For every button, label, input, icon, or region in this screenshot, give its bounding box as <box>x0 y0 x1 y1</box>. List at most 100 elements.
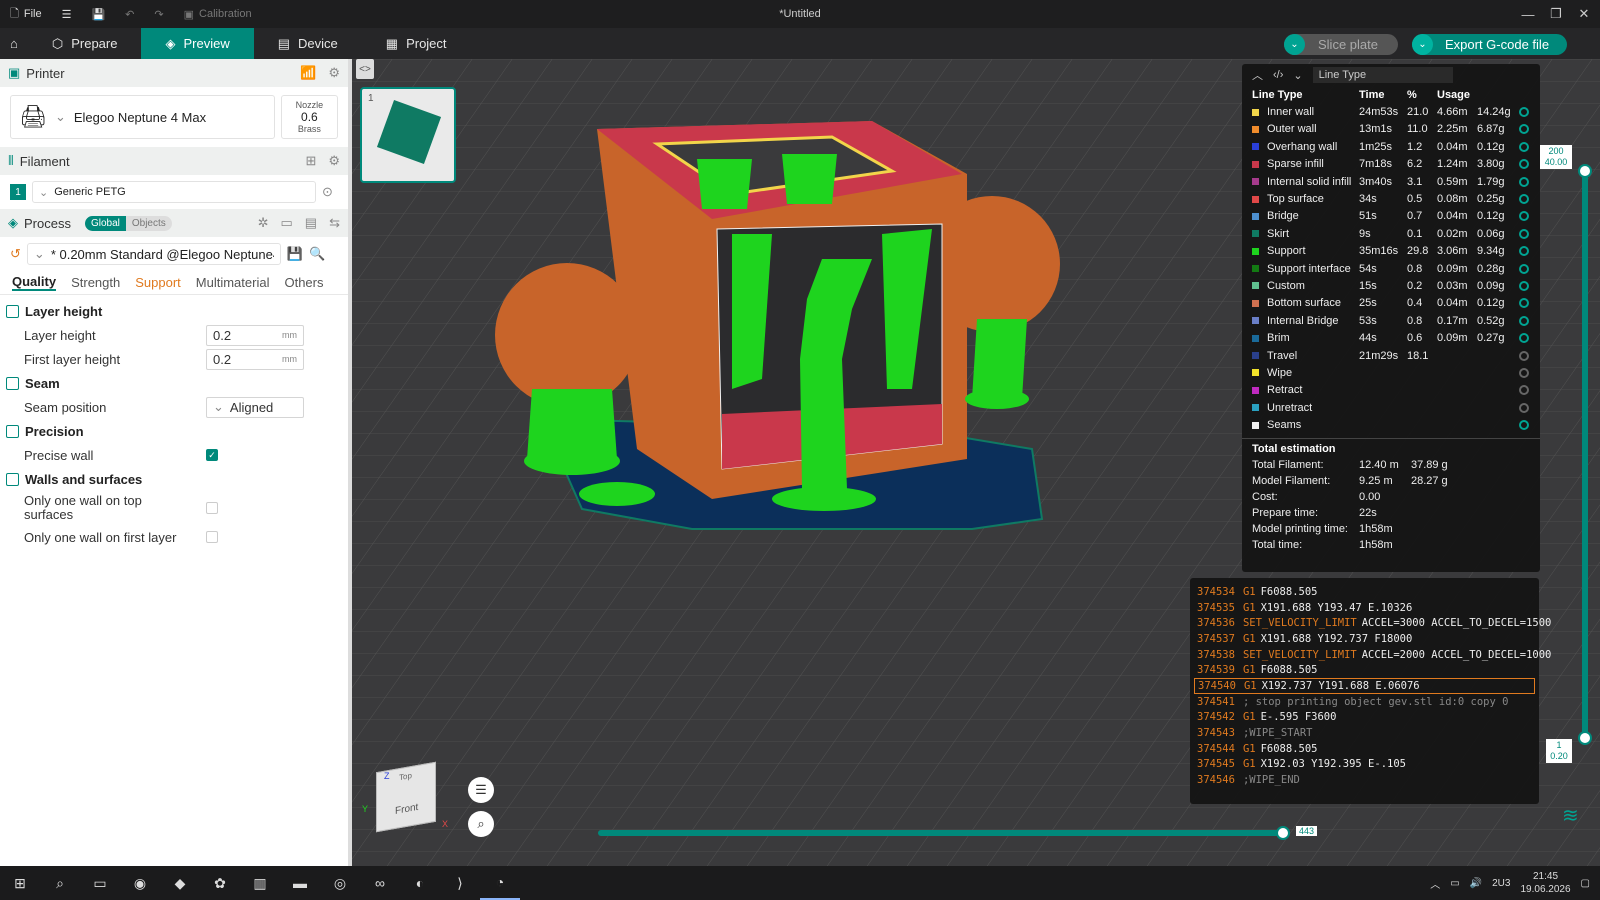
chevron-down-icon[interactable]: ⌄ <box>1293 69 1302 82</box>
precise-wall-checkbox[interactable]: ✓ <box>206 449 218 461</box>
legend-row[interactable]: Internal Bridge 53s 0.8 0.17m 0.52g <box>1242 312 1540 329</box>
visibility-eye-icon[interactable] <box>1519 385 1529 396</box>
code-icon[interactable]: ‹/› <box>1273 69 1283 81</box>
notifications-icon[interactable]: ▢ <box>1581 878 1590 889</box>
visibility-eye-icon[interactable] <box>1519 194 1529 205</box>
clock[interactable]: 21:45 19.06.2026 <box>1520 870 1570 896</box>
visibility-eye-icon[interactable] <box>1519 263 1529 274</box>
first-layer-input[interactable]: 0.2 mm <box>206 348 304 370</box>
layer-slider-bottom-thumb[interactable] <box>1578 731 1592 745</box>
legend-row[interactable]: Outer wall 13m1s 11.0 2.25m 6.87g <box>1242 121 1540 138</box>
plate-thumbnail[interactable]: 1 <box>360 87 456 183</box>
gcode-line[interactable]: 374537 G1 X191.688 Y192.737 F18000 <box>1194 631 1535 647</box>
visibility-eye-icon[interactable] <box>1519 246 1529 257</box>
gcode-line[interactable]: 374539 G1 F6088.505 <box>1194 662 1535 678</box>
minimize-icon[interactable]: — <box>1514 0 1542 28</box>
search-icon[interactable]: 🔍 <box>309 246 325 262</box>
visibility-eye-icon[interactable] <box>1519 367 1529 378</box>
visibility-eye-icon[interactable] <box>1519 107 1529 118</box>
gcode-line[interactable]: 374542 G1 E-.595 F3600 <box>1194 710 1535 726</box>
undo-icon[interactable]: ↶ <box>115 0 144 28</box>
seam-position-select[interactable]: ⌄ Aligned <box>206 396 304 418</box>
view-cube-top[interactable]: Top <box>399 771 412 782</box>
legend-row[interactable]: Skirt 9s 0.1 0.02m 0.06g <box>1242 225 1540 242</box>
export-gcode-button[interactable]: ⌄ Export G-code file <box>1412 34 1567 55</box>
layer-height-input[interactable]: 0.2 mm <box>206 324 304 346</box>
legend-row[interactable]: Wipe <box>1242 364 1540 381</box>
save-profile-icon[interactable]: 💾 <box>287 246 303 262</box>
menu-icon[interactable]: ☰ <box>52 0 82 28</box>
advanced-icon[interactable]: ✲ <box>258 215 269 231</box>
file-menu[interactable]: 🗋 File <box>0 0 52 28</box>
filament-selector[interactable]: ⌄ Generic PETG <box>32 181 316 203</box>
gcode-line[interactable]: 374544 G1 F6088.505 <box>1194 741 1535 757</box>
visibility-eye-icon[interactable] <box>1519 280 1529 291</box>
gcode-line[interactable]: 374545 G1 X192.03 Y192.395 E-.105 <box>1194 757 1535 773</box>
tab-device[interactable]: ▤ Device <box>254 28 362 59</box>
home-icon[interactable]: ⌂ <box>0 28 28 59</box>
tab-preview[interactable]: ◈ Preview <box>141 28 254 59</box>
app-icon[interactable]: ✿ <box>200 866 240 900</box>
legend-view-select[interactable]: Line Type <box>1312 67 1453 83</box>
gcode-line[interactable]: 374535 G1 X191.688 Y193.47 E.10326 <box>1194 600 1535 616</box>
tab-project[interactable]: ▦ Project <box>362 28 471 59</box>
visibility-eye-icon[interactable] <box>1519 141 1529 152</box>
gcode-line[interactable]: 374534 G1 F6088.505 <box>1194 584 1535 600</box>
visibility-eye-icon[interactable] <box>1519 350 1529 361</box>
gcode-line[interactable]: 374536 SET_VELOCITY_LIMIT ACCEL=3000 ACCEL… <box>1194 615 1551 631</box>
process-profile-selector[interactable]: ⌄ * 0.20mm Standard @Elegoo Neptune4... <box>26 243 281 265</box>
one-wall-top-checkbox[interactable] <box>206 502 218 514</box>
list-icon[interactable]: ▤ <box>305 215 317 231</box>
tab-multimaterial[interactable]: Multimaterial <box>196 275 270 290</box>
redo-icon[interactable]: ↷ <box>144 0 173 28</box>
visibility-eye-icon[interactable] <box>1519 124 1529 135</box>
legend-row[interactable]: Top surface 34s 0.5 0.08m 0.25g <box>1242 190 1540 207</box>
restore-icon[interactable]: ❐ <box>1542 0 1570 28</box>
chevron-down-icon[interactable]: ⌄ <box>1412 34 1433 55</box>
wifi-icon[interactable]: 📶 <box>300 65 316 81</box>
legend-row[interactable]: Inner wall 24m53s 21.0 4.66m 14.24g <box>1242 103 1540 120</box>
gcode-line[interactable]: 374546 ;WIPE_END <box>1194 772 1535 788</box>
chrome-icon[interactable]: ◉ <box>120 866 160 900</box>
legend-row[interactable]: Custom 15s 0.2 0.03m 0.09g <box>1242 277 1540 294</box>
layer-slider-top-thumb[interactable] <box>1578 164 1592 178</box>
legend-row[interactable]: Internal solid infill 3m40s 3.1 0.59m 1.79g <box>1242 173 1540 190</box>
add-filament-icon[interactable]: ⊞ <box>305 153 316 169</box>
legend-row[interactable]: Unretract <box>1242 399 1540 416</box>
visibility-eye-icon[interactable] <box>1519 211 1529 222</box>
search-icon[interactable]: ⌕ <box>40 866 80 900</box>
printer-settings-icon[interactable]: ⚙ <box>328 65 340 81</box>
battery-icon[interactable]: ▭ <box>1450 878 1459 889</box>
visibility-eye-icon[interactable] <box>1519 159 1529 170</box>
legend-row[interactable]: Brim 44s 0.6 0.09m 0.27g <box>1242 329 1540 346</box>
language-indicator[interactable]: 2U3 <box>1492 878 1510 889</box>
visibility-eye-icon[interactable] <box>1519 402 1529 413</box>
filament-edit-icon[interactable]: ⊙ <box>322 184 333 200</box>
view-cube-front[interactable]: Front <box>395 802 418 817</box>
reset-icon[interactable]: ↺ <box>10 246 21 262</box>
collapse-icon[interactable]: ︿ <box>1252 67 1263 83</box>
global-objects-toggle[interactable]: Global Objects <box>84 215 172 231</box>
task-view-icon[interactable]: ▭ <box>80 866 120 900</box>
visibility-eye-icon[interactable] <box>1519 333 1529 344</box>
visibility-eye-icon[interactable] <box>1519 420 1529 431</box>
chevron-down-icon[interactable]: ⌄ <box>1284 34 1305 55</box>
gcode-line[interactable]: 374541 ; stop printing object gev.stl id:… <box>1194 694 1535 710</box>
close-icon[interactable]: ✕ <box>1570 0 1598 28</box>
legend-row[interactable]: Seams <box>1242 416 1540 433</box>
compare-icon[interactable]: ⇆ <box>329 215 340 231</box>
gcode-line[interactable]: 374543 ;WIPE_START <box>1194 725 1535 741</box>
app-icon[interactable]: ▥ <box>240 866 280 900</box>
gcode-line[interactable]: 374538 SET_VELOCITY_LIMIT ACCEL=2000 ACCEL… <box>1194 647 1551 663</box>
volume-icon[interactable]: 🔊 <box>1470 878 1482 889</box>
toggle-global[interactable]: Global <box>84 215 126 231</box>
folder-icon[interactable]: ▬ <box>280 866 320 900</box>
legend-row[interactable]: Travel 21m29s 18.1 <box>1242 347 1540 364</box>
layer-slider-track[interactable] <box>1582 169 1588 739</box>
tab-strength[interactable]: Strength <box>71 275 120 290</box>
collapse-sidebar-icon[interactable]: <> <box>356 59 374 79</box>
legend-row[interactable]: Bridge 51s 0.7 0.04m 0.12g <box>1242 208 1540 225</box>
tab-others[interactable]: Others <box>284 275 323 290</box>
vscode-icon[interactable]: ⟩ <box>440 866 480 900</box>
move-slider-track[interactable] <box>598 830 1284 836</box>
